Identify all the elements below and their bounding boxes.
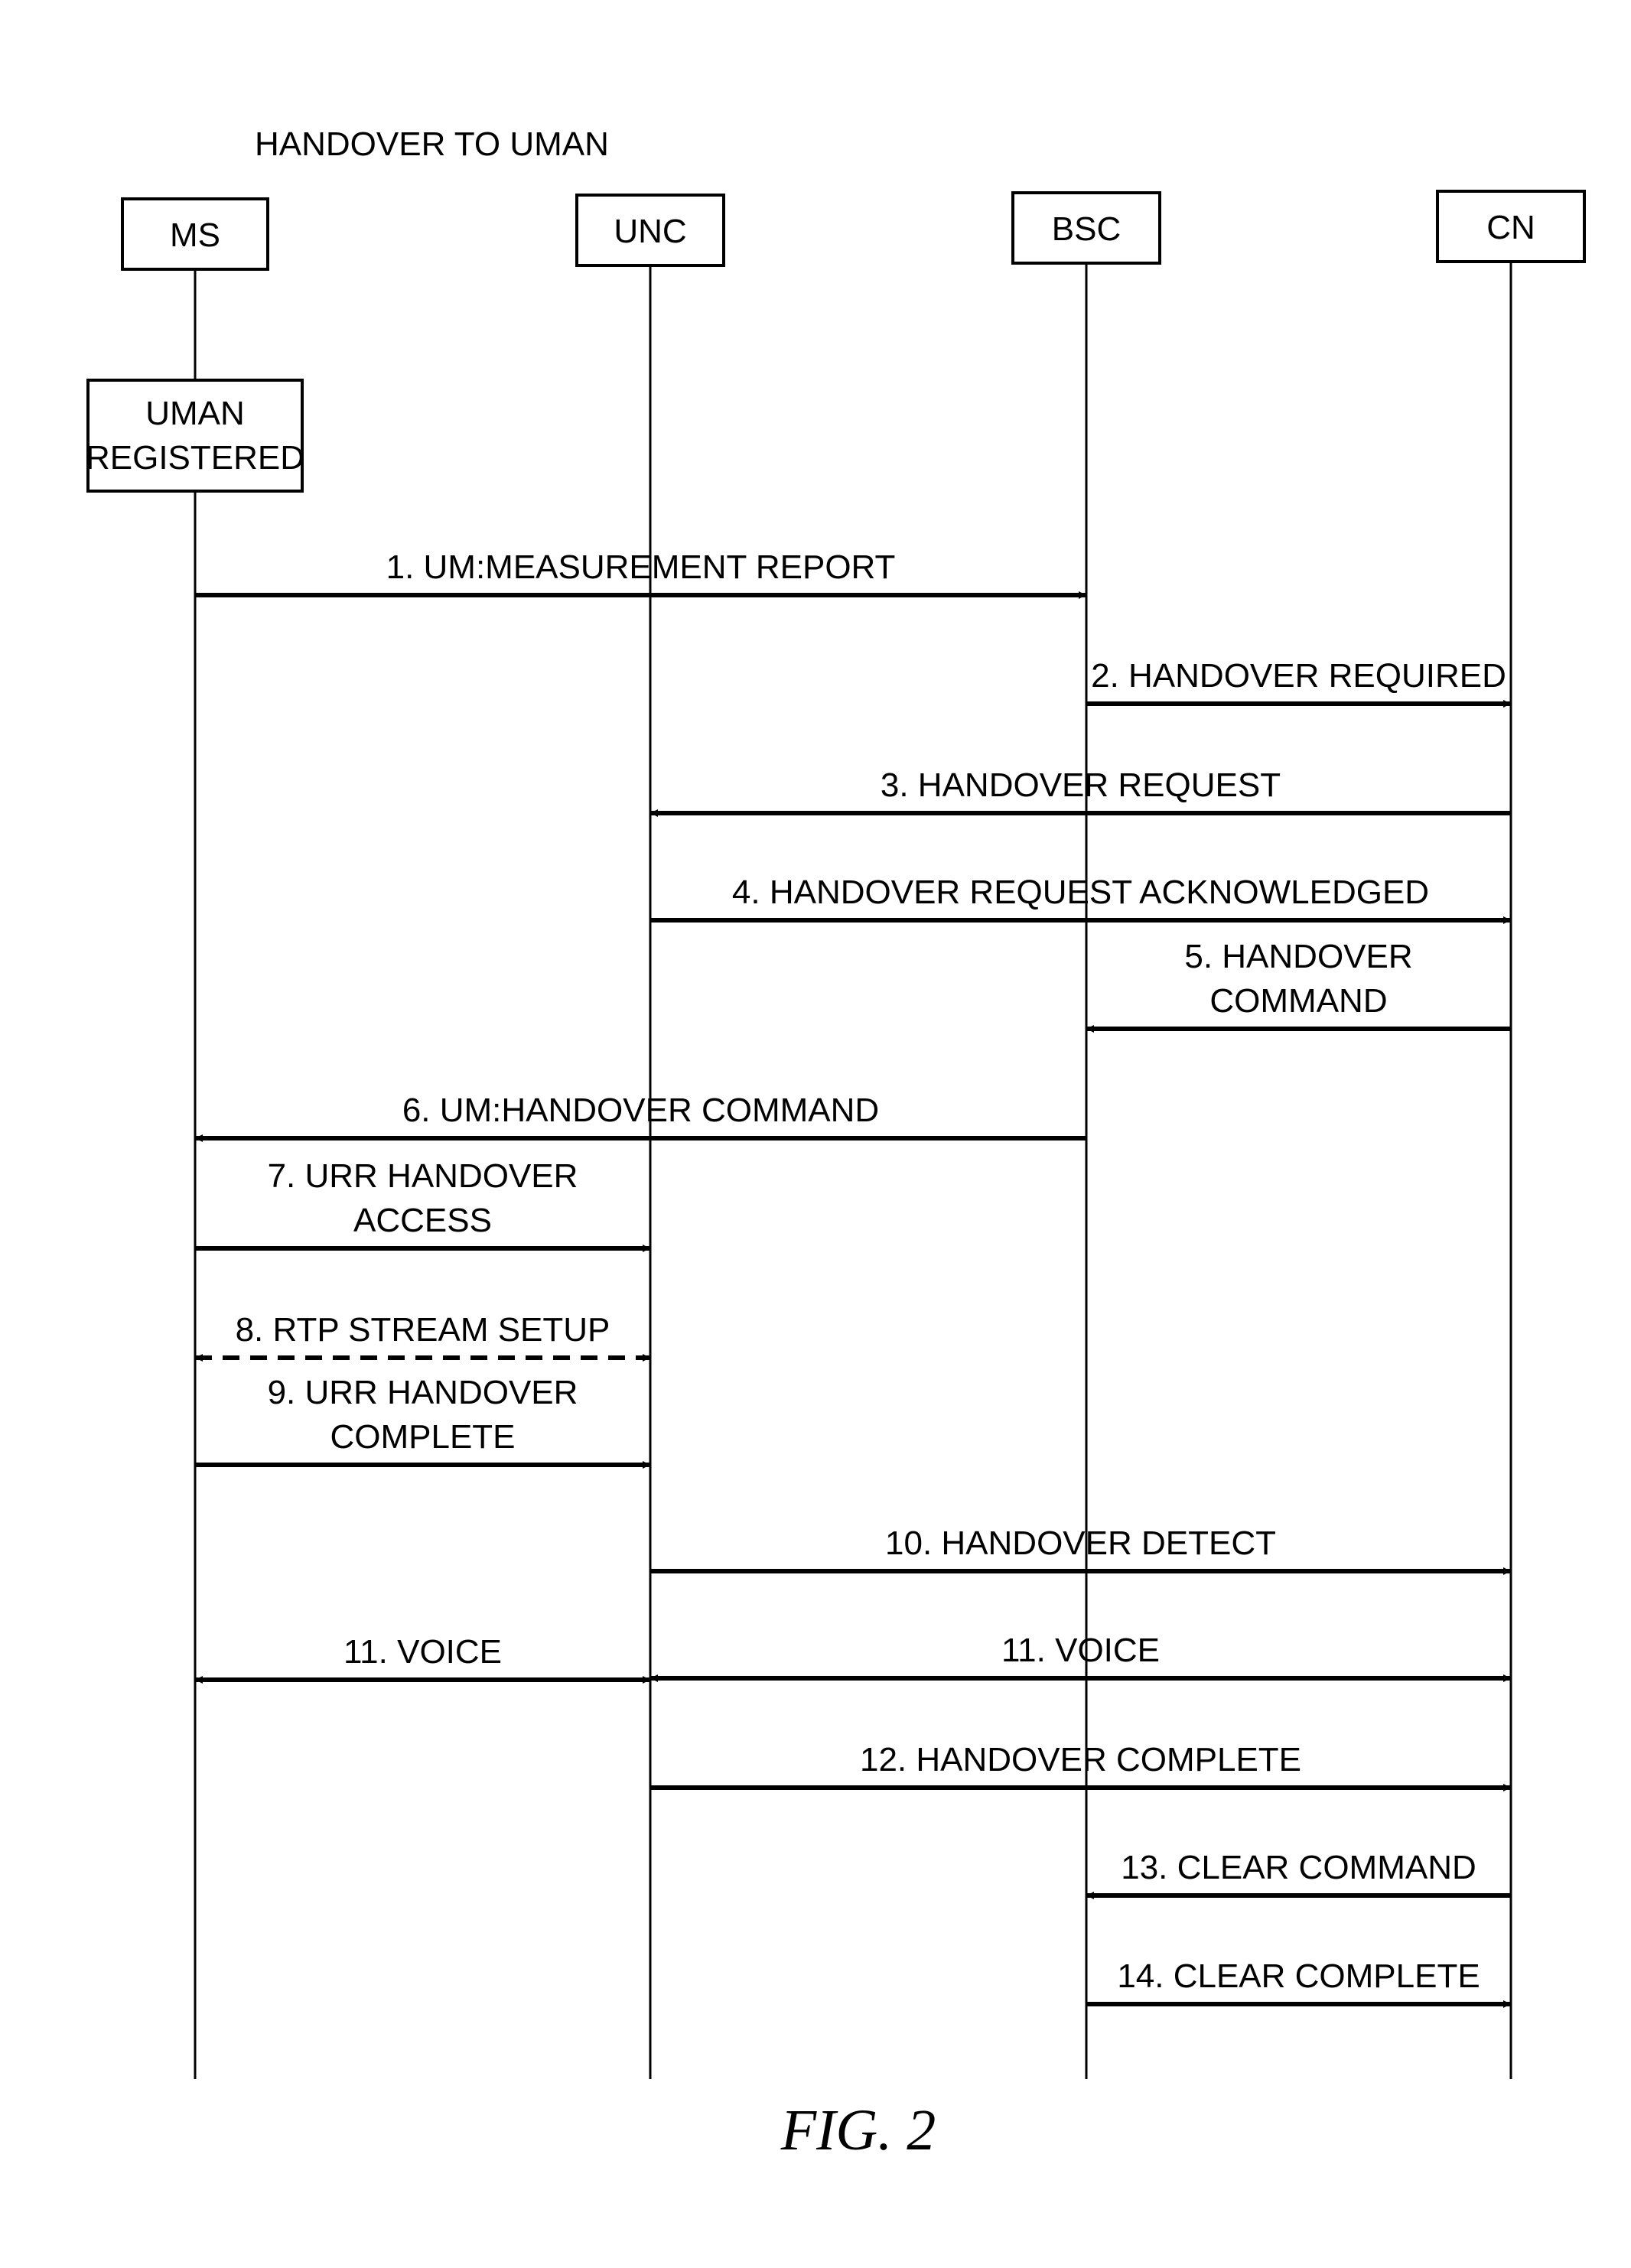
message-label: 7. URR HANDOVER xyxy=(268,1157,578,1195)
sequence-diagram: HANDOVER TO UMAN MS UNC BSC CN UMAN REGISTER… xyxy=(86,125,1586,2162)
message-11: 11. VOICE xyxy=(195,1633,650,1684)
figure-label: FIG. 2 xyxy=(780,2098,936,2162)
message-label: 11. VOICE xyxy=(1001,1632,1160,1669)
message-label: 8. RTP STREAM SETUP xyxy=(236,1311,610,1349)
entity-label: BSC xyxy=(1052,210,1121,248)
message-label: 10. HANDOVER DETECT xyxy=(885,1524,1276,1562)
message-4: 4. HANDOVER REQUEST ACKNOWLEDGED xyxy=(650,874,1511,924)
message-12: 12. HANDOVER COMPLETE xyxy=(650,1741,1511,1791)
message-8: 8. RTP STREAM SETUP xyxy=(195,1311,650,1362)
message-label: 1. UM:MEASUREMENT REPORT xyxy=(386,548,896,586)
state-label-line: UMAN xyxy=(145,395,245,432)
state-label-line: REGISTERED xyxy=(86,439,304,477)
message-13: 13. CLEAR COMMAND xyxy=(1086,1849,1511,1899)
message-label: 6. UM:HANDOVER COMMAND xyxy=(402,1092,879,1129)
message-label: ACCESS xyxy=(353,1202,492,1239)
message-label: 12. HANDOVER COMPLETE xyxy=(860,1741,1301,1778)
message-5: 5. HANDOVER COMMAND xyxy=(1086,938,1511,1033)
message-label: 9. URR HANDOVER xyxy=(268,1374,578,1411)
message-label: COMPLETE xyxy=(330,1418,515,1456)
message-6: 6. UM:HANDOVER COMMAND xyxy=(195,1092,1086,1142)
message-label: 3. HANDOVER REQUEST xyxy=(881,766,1281,804)
message-3: 3. HANDOVER REQUEST xyxy=(650,766,1511,817)
message-label: 11. VOICE xyxy=(343,1633,502,1671)
entity-label: UNC xyxy=(614,213,686,250)
message-2: 2. HANDOVER REQUIRED xyxy=(1086,657,1511,708)
entity-cn: CN xyxy=(1436,190,1586,2079)
message-9: 9. URR HANDOVER COMPLETE xyxy=(195,1374,650,1469)
message-label: COMMAND xyxy=(1209,982,1387,1020)
state-boxes-group: UMAN REGISTERED xyxy=(86,379,304,493)
message-label: 5. HANDOVER xyxy=(1184,938,1412,975)
message-1: 1. UM:MEASUREMENT REPORT xyxy=(195,548,1086,599)
entity-label: MS xyxy=(170,216,220,254)
entities-group: MS UNC BSC CN xyxy=(121,190,1586,2079)
message-14: 14. CLEAR COMPLETE xyxy=(1086,1957,1511,2008)
message-label: 14. CLEAR COMPLETE xyxy=(1117,1957,1480,1995)
message-label: 4. HANDOVER REQUEST ACKNOWLEDGED xyxy=(732,874,1429,911)
message-10: 10. HANDOVER DETECT xyxy=(650,1524,1511,1575)
state-box-uman-registered: UMAN REGISTERED xyxy=(86,379,304,493)
message-11: 11. VOICE xyxy=(650,1632,1511,1682)
entity-label: CN xyxy=(1486,209,1535,246)
messages-group: 1. UM:MEASUREMENT REPORT 2. HANDOVER REQU… xyxy=(195,548,1511,2008)
message-7: 7. URR HANDOVER ACCESS xyxy=(195,1157,650,1252)
diagram-title: HANDOVER TO UMAN xyxy=(255,125,609,163)
message-label: 2. HANDOVER REQUIRED xyxy=(1091,657,1506,695)
message-label: 13. CLEAR COMMAND xyxy=(1121,1849,1476,1886)
